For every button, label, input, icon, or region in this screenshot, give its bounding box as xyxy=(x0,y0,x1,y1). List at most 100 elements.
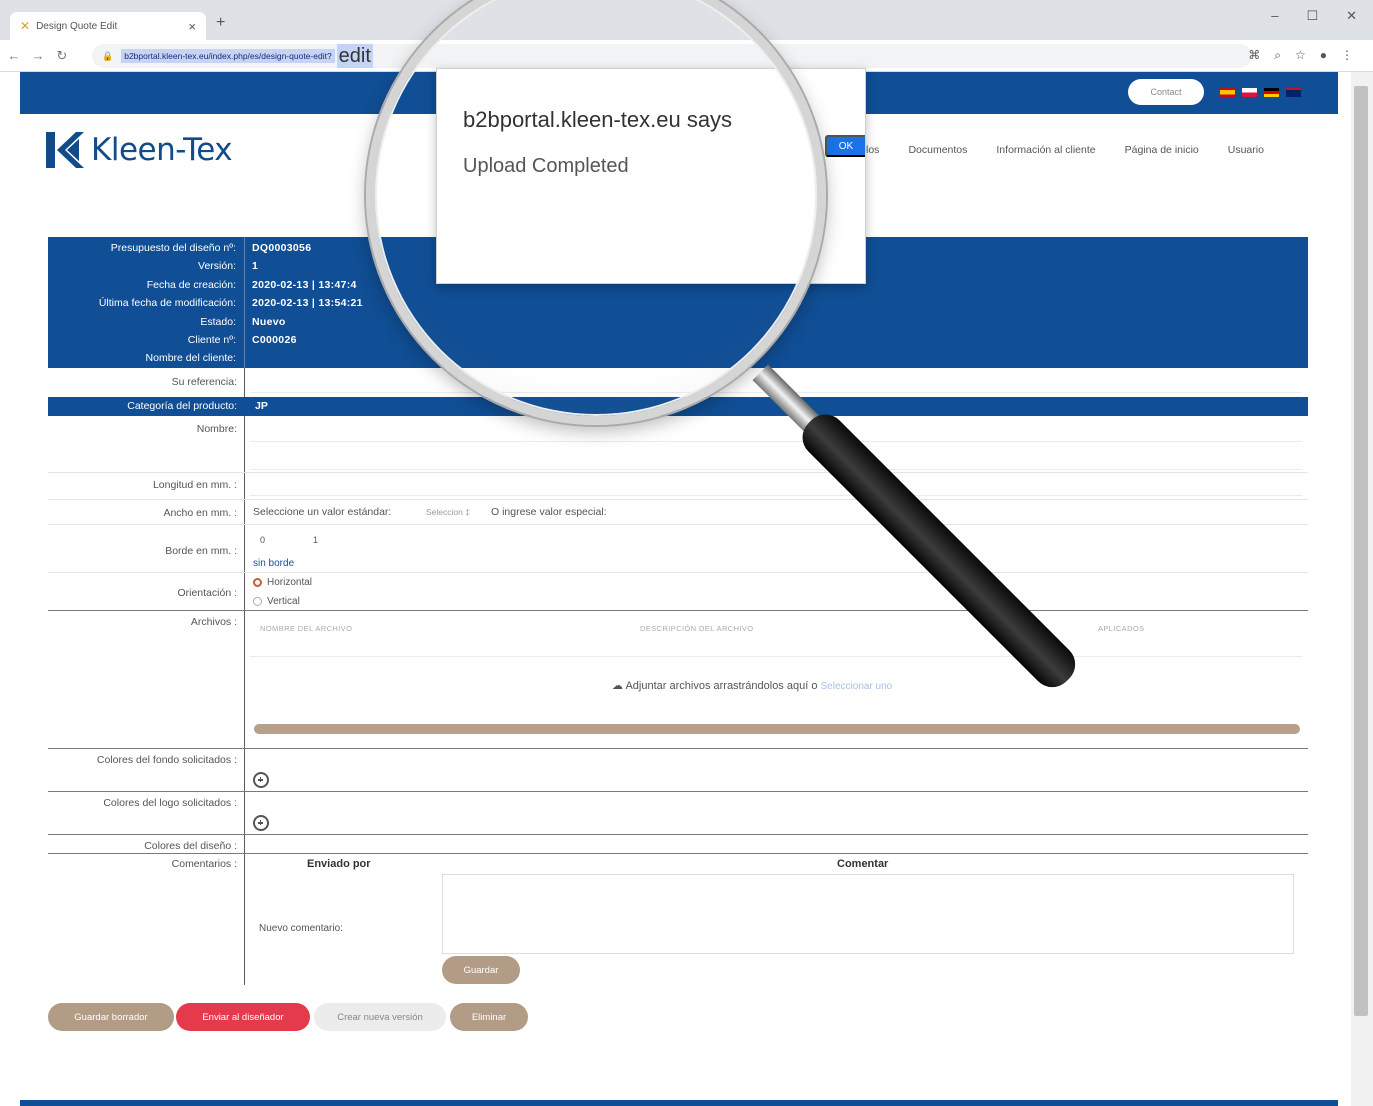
profile-icon[interactable]: ● xyxy=(1320,48,1327,63)
info-label: Fecha de creación: xyxy=(146,279,236,291)
toolbar-icons: ⌘ ⌕ ☆ ● ⋮ xyxy=(1248,48,1353,63)
create-new-version-button[interactable]: Crear nueva versión xyxy=(314,1003,446,1031)
maximize-icon[interactable]: ☐ xyxy=(1306,8,1318,24)
info-label: Cliente nº: xyxy=(187,334,236,346)
width-select[interactable]: Seleccion ‡ xyxy=(426,507,470,517)
tab-close-icon[interactable]: × xyxy=(188,19,196,34)
flag-de-icon[interactable] xyxy=(1264,88,1279,97)
brand-name: Kleen-Tex xyxy=(91,132,233,168)
nav-item-client-info[interactable]: Información al cliente xyxy=(996,144,1095,156)
translate-icon[interactable]: ⌘ xyxy=(1248,48,1260,63)
row-divider xyxy=(48,524,1308,525)
upload-progress-bar xyxy=(254,724,1300,734)
info-label: Presupuesto del diseño nº: xyxy=(110,242,236,254)
orientation-vertical-option[interactable]: Vertical xyxy=(253,596,300,607)
url-magnified-text: edit xyxy=(336,44,373,68)
border-value-1[interactable]: 1 xyxy=(313,535,318,545)
orientation-horizontal-label: Horizontal xyxy=(267,577,313,588)
info-value: 1 xyxy=(252,260,259,272)
nav-item-products[interactable]: los xyxy=(866,144,879,156)
flag-gb-icon[interactable] xyxy=(1286,88,1301,97)
row-divider xyxy=(48,499,1308,500)
name-input-2[interactable] xyxy=(250,469,1302,470)
zoom-icon[interactable]: ⌕ xyxy=(1274,48,1281,63)
info-value: C000026 xyxy=(252,334,297,346)
flag-es-icon[interactable] xyxy=(1220,88,1235,97)
files-header-applied: APLICADOS xyxy=(1098,624,1145,633)
scrollbar-thumb[interactable] xyxy=(1354,86,1368,1016)
nav-item-user[interactable]: Usuario xyxy=(1228,144,1264,156)
info-value: Nuevo xyxy=(252,316,286,328)
window-controls: – ☐ ✕ xyxy=(1271,8,1357,24)
new-comment-label: Nuevo comentario: xyxy=(259,923,343,934)
form-column-divider xyxy=(244,368,245,985)
row-divider xyxy=(48,610,1308,611)
design-colors-label: Colores del diseño : xyxy=(144,840,237,852)
nav-item-documents[interactable]: Documentos xyxy=(908,144,967,156)
cloud-upload-icon: ☁ xyxy=(612,680,623,692)
sent-by-header: Enviado por xyxy=(307,858,371,870)
background-colors-label: Colores del fondo solicitados : xyxy=(96,754,237,766)
send-to-designer-button[interactable]: Enviar al diseñador xyxy=(176,1003,310,1031)
upload-dropzone[interactable]: ☁ Adjuntar archivos arrastrándolos aquí … xyxy=(612,679,892,692)
forward-icon[interactable]: → xyxy=(28,48,48,63)
new-tab-icon[interactable]: + xyxy=(216,14,225,32)
width-standard-text: Seleccione un valor estándar: xyxy=(253,506,392,518)
tab-title: Design Quote Edit xyxy=(36,20,118,32)
url-text: b2bportal.kleen-tex.eu/index.php/es/desi… xyxy=(121,49,335,63)
border-label: Borde en mm. : xyxy=(165,545,237,557)
category-value: JP xyxy=(255,400,268,412)
back-icon[interactable]: ← xyxy=(4,48,24,63)
files-table-line xyxy=(250,656,1302,657)
info-value: 2020-02-13 | 13:47:4 xyxy=(252,279,357,291)
reload-icon[interactable]: ↻ xyxy=(52,48,72,64)
lock-icon: 🔒 xyxy=(102,50,114,61)
add-logo-color-icon[interactable] xyxy=(253,815,269,831)
comment-header: Comentar xyxy=(837,858,889,870)
files-header-name: NOMBRE DEL ARCHIVO xyxy=(260,624,353,633)
browser-tab[interactable]: ✕ Design Quote Edit × xyxy=(10,12,206,40)
select-file-link[interactable]: Seleccionar uno xyxy=(821,681,893,692)
language-flags xyxy=(1220,88,1301,97)
orientation-vertical-label: Vertical xyxy=(267,596,300,607)
orientation-horizontal-option[interactable]: Horizontal xyxy=(253,577,312,588)
new-comment-textarea[interactable] xyxy=(442,874,1294,954)
row-divider xyxy=(48,791,1308,792)
radio-checked-icon[interactable] xyxy=(253,577,262,587)
row-divider xyxy=(48,472,1308,473)
reference-input[interactable] xyxy=(250,392,1302,393)
main-nav: los Documentos Información al cliente Pá… xyxy=(866,144,1293,156)
info-value: 2020-02-13 | 13:54:21 xyxy=(252,297,363,309)
kleen-tex-favicon-icon: ✕ xyxy=(20,19,31,33)
info-value: DQ0003056 xyxy=(252,242,312,254)
info-label: Última fecha de modificación: xyxy=(98,297,236,309)
name-input[interactable] xyxy=(250,441,1302,442)
files-label: Archivos : xyxy=(190,616,237,628)
kleen-tex-logo[interactable]: Kleen-Tex xyxy=(46,132,233,168)
bookmark-star-icon[interactable]: ☆ xyxy=(1295,48,1306,63)
files-header-description: DESCRIPCIÓN DEL ARCHIVO xyxy=(640,624,754,633)
menu-kebab-icon[interactable]: ⋮ xyxy=(1341,48,1353,63)
dialog-ok-button[interactable]: OK xyxy=(825,135,865,157)
flag-pl-icon[interactable] xyxy=(1242,88,1257,97)
row-divider xyxy=(48,572,1308,573)
comments-label: Comentarios : xyxy=(171,858,237,870)
kleen-tex-logo-icon xyxy=(46,132,84,168)
length-label: Longitud en mm. : xyxy=(152,479,237,491)
nav-item-home[interactable]: Página de inicio xyxy=(1125,144,1199,156)
length-input[interactable] xyxy=(250,495,1302,496)
no-border-link[interactable]: sin borde xyxy=(253,558,294,569)
contact-button[interactable]: Contact xyxy=(1128,79,1204,105)
delete-button[interactable]: Eliminar xyxy=(450,1003,528,1031)
orientation-label: Orientación : xyxy=(177,587,237,599)
info-label: Estado: xyxy=(200,316,236,328)
border-value-0[interactable]: 0 xyxy=(260,535,265,545)
save-draft-button[interactable]: Guardar borrador xyxy=(48,1003,174,1031)
info-label: Nombre del cliente: xyxy=(145,352,236,364)
save-comment-button[interactable]: Guardar xyxy=(442,956,520,984)
width-special-text: O ingrese valor especial: xyxy=(491,506,607,518)
radio-unchecked-icon[interactable] xyxy=(253,596,262,606)
add-background-color-icon[interactable] xyxy=(253,772,269,788)
close-window-icon[interactable]: ✕ xyxy=(1346,8,1357,24)
minimize-icon[interactable]: – xyxy=(1271,8,1278,24)
